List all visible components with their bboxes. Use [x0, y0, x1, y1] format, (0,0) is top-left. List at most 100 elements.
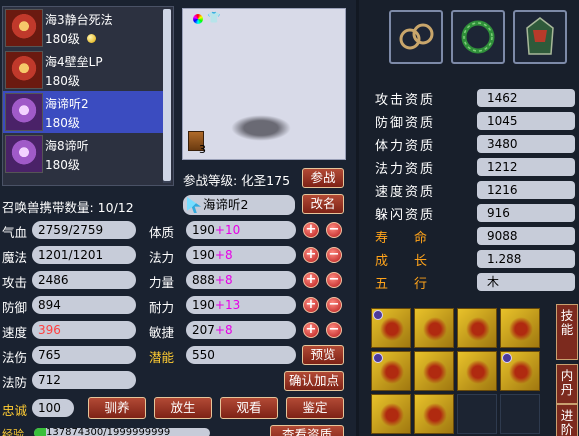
- view-aptitude-button[interactable]: 查看资质: [270, 425, 344, 436]
- increase-magic-button[interactable]: +: [303, 247, 319, 263]
- aptitude-panel: 攻击资质 1462 防御资质 1045 体力资质 3480 法力资质 1212 …: [359, 0, 579, 436]
- pet-shadow: [231, 115, 291, 141]
- aptitude-label: 速度资质: [375, 185, 436, 200]
- pet-list-item-selected[interactable]: 海谛听2 180级: [3, 91, 163, 133]
- pet-name-input[interactable]: 海谛听2: [183, 195, 295, 215]
- purple-beast-icon: [5, 135, 43, 173]
- equip-slot-2[interactable]: [451, 10, 505, 64]
- aptitude-label: 防御资质: [375, 116, 436, 131]
- warrior-armor-icon: [526, 17, 554, 55]
- heart-skill-icon[interactable]: [457, 351, 497, 391]
- aptitude-value: 3480: [477, 135, 575, 153]
- view-button[interactable]: 观看: [220, 397, 278, 419]
- cursor-icon: [187, 197, 201, 213]
- growth-value: 1.288: [477, 250, 575, 268]
- element-value: 木: [477, 273, 575, 291]
- loyalty-label: 忠诚: [2, 403, 28, 418]
- appraise-button[interactable]: 鉴定: [286, 397, 344, 419]
- attr-label-endurance: 耐力: [149, 300, 175, 315]
- element-label: 五 行: [375, 277, 428, 292]
- pet-level: 180级: [45, 116, 80, 130]
- shield-eye-skill-icon[interactable]: [371, 351, 411, 391]
- pet-list-scrollbar[interactable]: [163, 9, 171, 183]
- pet-list: 海3静台死法 180级 海4壁垒LP 180级 海谛听2 180级 海8谛听 1…: [2, 6, 174, 186]
- tab-inner-core[interactable]: 内丹: [556, 364, 578, 404]
- pet-name: 海8谛听: [45, 139, 89, 153]
- decrease-endurance-button[interactable]: −: [326, 297, 342, 313]
- pet-list-item[interactable]: 海8谛听 180级: [3, 133, 163, 175]
- tame-button[interactable]: 驯养: [88, 397, 146, 419]
- sword-skill-icon[interactable]: [371, 308, 411, 348]
- aptitude-label: 攻击资质: [375, 93, 436, 108]
- stat-value-speed: 396: [32, 321, 136, 339]
- stat-value-defense: 894: [32, 296, 136, 314]
- aptitude-value: 1045: [477, 112, 575, 130]
- attr-value-strength: 888+8: [186, 271, 296, 289]
- battle-level: 参战等级: 化圣175: [183, 173, 291, 188]
- rename-button[interactable]: 改名: [302, 194, 344, 214]
- increase-endurance-button[interactable]: +: [303, 297, 319, 313]
- stat-value-attack: 2486: [32, 271, 136, 289]
- equip-slot-1[interactable]: [389, 10, 443, 64]
- scroll-skill-icon[interactable]: [414, 308, 454, 348]
- stat-label-attack: 攻击: [2, 275, 28, 290]
- attr-value-endurance: 190+13: [186, 296, 296, 314]
- pet-list-item[interactable]: 海4壁垒LP 180级: [3, 49, 163, 91]
- exp-value: 137874300/1999999999: [46, 428, 171, 436]
- confirm-points-button[interactable]: 确认加点: [284, 371, 344, 391]
- exp-bar-fill: [34, 428, 46, 436]
- eye-skill-icon[interactable]: [414, 351, 454, 391]
- aptitude-label: 躲闪资质: [375, 208, 436, 223]
- carry-count: 召唤兽携带数量: 10/12: [2, 200, 134, 215]
- loyalty-value: 100: [32, 399, 74, 417]
- attr-label-strength: 力量: [149, 275, 175, 290]
- release-button[interactable]: 放生: [154, 397, 212, 419]
- attr-value-constitution: 190+10: [186, 221, 296, 239]
- aptitude-label: 体力资质: [375, 139, 436, 154]
- pet-level: 180级: [45, 74, 80, 88]
- exp-label: 经验: [2, 428, 24, 436]
- idol-skill-icon[interactable]: [414, 394, 454, 434]
- stat-label-defense: 防御: [2, 300, 28, 315]
- attr-label-constitution: 体质: [149, 225, 175, 240]
- pet-name: 海3静台死法: [45, 13, 113, 27]
- exp-bar: 137874300/1999999999: [34, 428, 210, 436]
- decrease-strength-button[interactable]: −: [326, 272, 342, 288]
- decrease-constitution-button[interactable]: −: [326, 222, 342, 238]
- increase-strength-button[interactable]: +: [303, 272, 319, 288]
- stat-label-mp: 魔法: [2, 250, 28, 265]
- red-demon-icon: [5, 9, 43, 47]
- scrollbar-thumb[interactable]: [163, 9, 171, 181]
- stat-value-magic-defense: 712: [32, 371, 136, 389]
- equip-slot-3[interactable]: [513, 10, 567, 64]
- tab-skills[interactable]: 技能: [556, 304, 578, 360]
- potential-value: 550: [186, 346, 296, 364]
- stat-label-magic-defense: 法防: [2, 375, 28, 390]
- eye-glyph-skill-icon[interactable]: [371, 394, 411, 434]
- color-palette-icon[interactable]: [193, 14, 203, 24]
- stat-label-hp: 气血: [2, 225, 28, 240]
- aptitude-label: 法力资质: [375, 162, 436, 177]
- preview-button[interactable]: 预览: [302, 345, 344, 365]
- tab-advance[interactable]: 进阶: [556, 404, 578, 436]
- empty-skill-slot[interactable]: [500, 394, 540, 434]
- lifespan-value: 9088: [477, 227, 575, 245]
- decrease-magic-button[interactable]: −: [326, 247, 342, 263]
- pet-list-item[interactable]: 海3静台死法 180级: [3, 7, 163, 49]
- attr-label-agility: 敏捷: [149, 325, 175, 340]
- slash-skill-icon[interactable]: [457, 308, 497, 348]
- decrease-agility-button[interactable]: −: [326, 322, 342, 338]
- skull-skill-icon[interactable]: [500, 308, 540, 348]
- shirt-icon[interactable]: 👕: [207, 12, 221, 24]
- increase-constitution-button[interactable]: +: [303, 222, 319, 238]
- battle-button[interactable]: 参战: [302, 168, 344, 188]
- pet-name: 海谛听2: [45, 97, 89, 111]
- empty-skill-slot[interactable]: [457, 394, 497, 434]
- increase-agility-button[interactable]: +: [303, 322, 319, 338]
- ring-earring-icon: [399, 23, 434, 50]
- seal-skill-icon[interactable]: [500, 351, 540, 391]
- stat-value-hp: 2759/2759: [32, 221, 136, 239]
- pet-level: 180级: [45, 158, 80, 172]
- pet-name: 海4壁垒LP: [45, 55, 103, 69]
- book-count: 3: [199, 143, 206, 156]
